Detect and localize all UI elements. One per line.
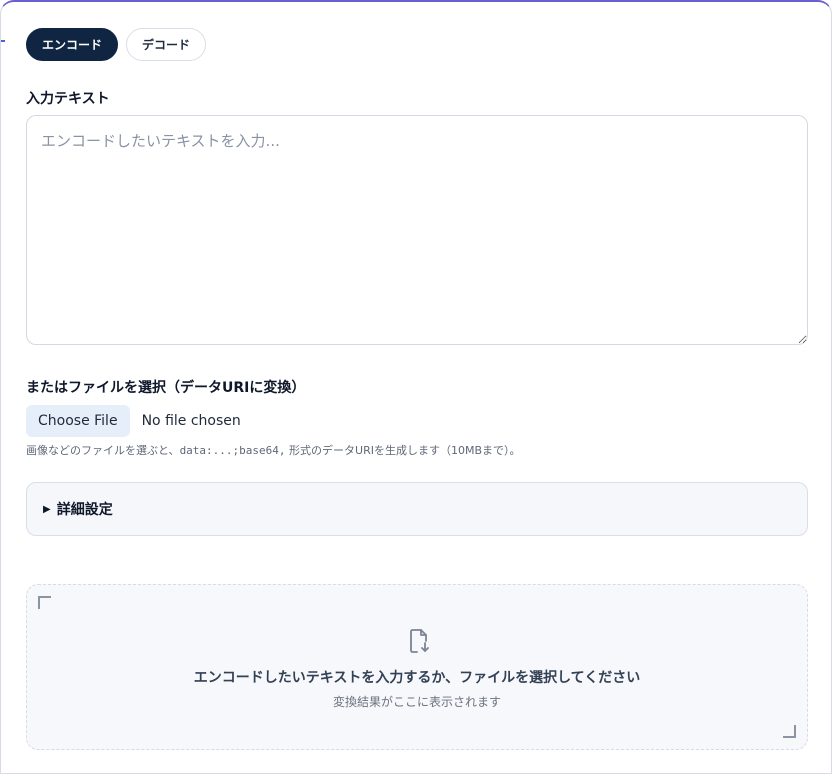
tab-decode[interactable]: デコード <box>126 28 207 61</box>
corner-top-left-icon <box>38 596 51 609</box>
converter-card: エンコード デコード 入力テキスト またはファイルを選択（データURIに変換） … <box>0 0 832 774</box>
input-text-wrapper <box>26 115 808 345</box>
empty-state-subtitle: 変換結果がここに表示されます <box>332 695 501 709</box>
result-area: エンコードしたいテキストを入力するか、ファイルを選択してください 変換結果がここ… <box>26 584 808 750</box>
advanced-settings-label: 詳細設定 <box>56 502 113 518</box>
corner-bottom-right-icon <box>783 725 796 738</box>
advanced-settings-toggle[interactable]: ▶ 詳細設定 <box>26 482 808 536</box>
file-download-icon <box>410 629 429 653</box>
file-hint: 画像などのファイルを選ぶと、data:...;base64, 形式のデータURI… <box>26 442 521 458</box>
input-text-label: 入力テキスト <box>26 91 110 107</box>
tab-encode[interactable]: エンコード <box>26 28 119 61</box>
file-hint-suffix: 形式のデータURIを生成します（10MBまで）。 <box>285 444 521 457</box>
file-hint-prefix: 画像などのファイルを選ぶと、 <box>26 444 180 457</box>
disclosure-triangle-icon: ▶ <box>43 503 51 515</box>
input-textarea[interactable] <box>26 115 808 345</box>
mode-tabs: エンコード デコード <box>26 28 207 61</box>
file-select-label: またはファイルを選択（データURIに変換） <box>26 380 306 396</box>
file-hint-code: data:...;base64, <box>179 444 286 457</box>
edge-marker <box>1 40 5 42</box>
choose-file-button[interactable]: Choose File <box>26 405 130 437</box>
file-status-text: No file chosen <box>141 413 241 429</box>
empty-state-title: エンコードしたいテキストを入力するか、ファイルを選択してください <box>193 670 641 686</box>
file-input: Choose File No file chosen <box>26 405 241 437</box>
